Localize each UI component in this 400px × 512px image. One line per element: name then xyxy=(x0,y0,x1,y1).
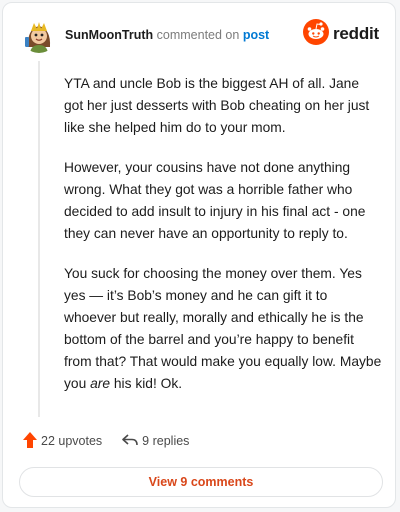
comment-body: YTA and uncle Bob is the biggest AH of a… xyxy=(64,73,382,413)
comment-header: SunMoonTruth commented on post reddit xyxy=(21,17,379,57)
paragraph-text: You suck for choosing the money over the… xyxy=(64,266,382,391)
thread-line[interactable] xyxy=(38,61,40,417)
username-link[interactable]: SunMoonTruth xyxy=(65,28,153,42)
upvote-count: 22 upvotes xyxy=(41,434,103,448)
emphasis-text: are xyxy=(90,376,111,391)
comment-paragraph: However, your cousins have not done anyt… xyxy=(64,160,366,241)
comment-card: SunMoonTruth commented on post reddit YT… xyxy=(2,2,396,508)
upvote-arrow-icon xyxy=(23,431,37,451)
comment-paragraph: YTA and uncle Bob is the biggest AH of a… xyxy=(64,76,370,135)
reddit-snoo-icon xyxy=(302,18,329,50)
reply-count: 9 replies xyxy=(142,434,190,448)
reddit-logo[interactable]: reddit xyxy=(302,18,379,50)
reply-arrow-icon xyxy=(122,433,138,450)
post-link[interactable]: post xyxy=(243,28,269,42)
reply-button[interactable]: 9 replies xyxy=(122,433,189,450)
comment-actions: 22 upvotes 9 replies xyxy=(23,431,209,451)
action-text: commented on xyxy=(156,28,240,42)
comment-byline: SunMoonTruth commented on post xyxy=(65,28,269,42)
paragraph-text: his kid! Ok. xyxy=(110,376,183,391)
snoo-avatar-icon[interactable] xyxy=(21,17,57,53)
brand-wordmark: reddit xyxy=(332,24,379,43)
comment-paragraph: You suck for choosing the money over the… xyxy=(64,263,382,395)
upvote-button[interactable]: 22 upvotes xyxy=(23,431,103,451)
view-comments-button[interactable]: View 9 comments xyxy=(19,467,383,497)
